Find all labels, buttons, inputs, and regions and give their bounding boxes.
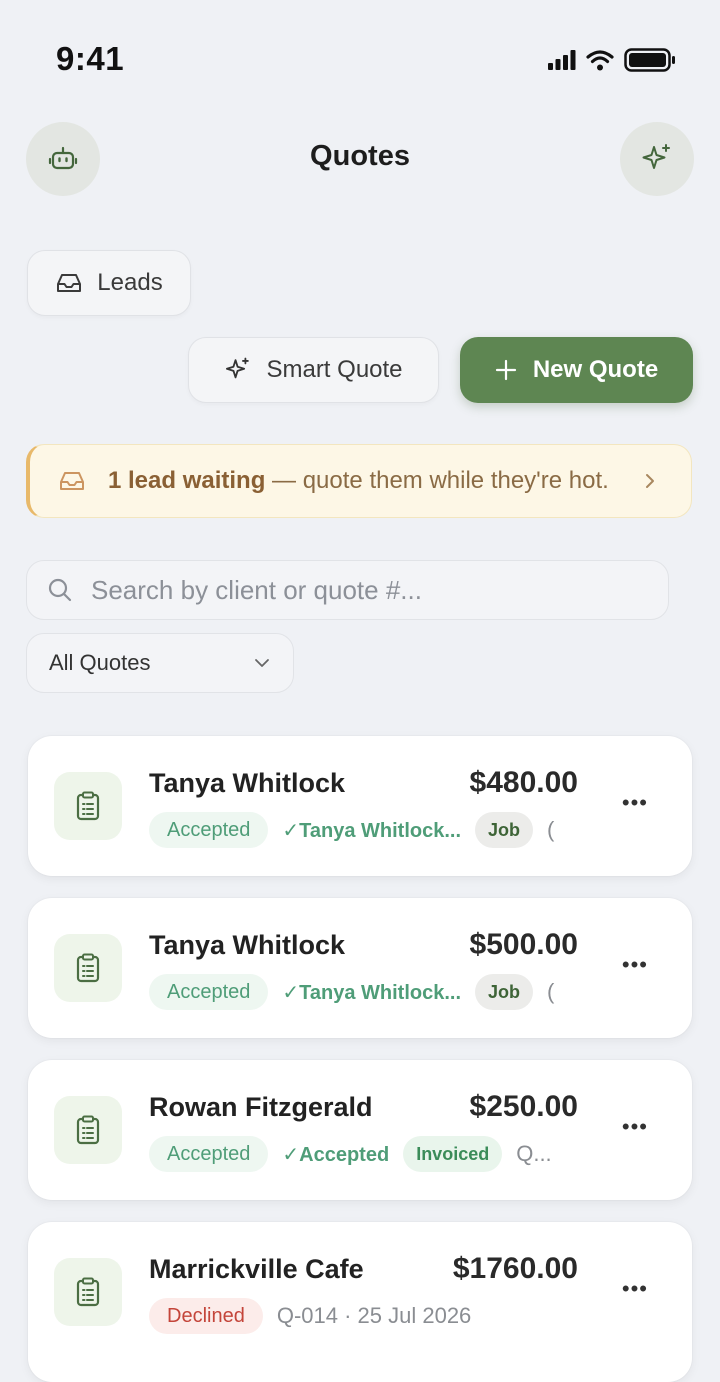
sparkle-icon <box>226 357 250 379</box>
new-quote-button[interactable]: New Quote <box>460 337 693 403</box>
quote-doc-icon-box <box>54 934 122 1002</box>
smart-quote-label: Smart Quote <box>266 356 403 383</box>
more-options-icon[interactable]: ••• <box>622 790 648 816</box>
new-quote-label: New Quote <box>532 356 659 383</box>
status-time: 9:41 <box>56 40 125 77</box>
quote-card[interactable]: Tanya Whitlock $500.00 Accepted ✓Tanya W… <box>28 898 692 1038</box>
inbox-icon <box>60 472 84 490</box>
clipboard-icon <box>76 791 100 821</box>
clipboard-icon <box>76 1277 100 1307</box>
quote-amount: $480.00 <box>469 766 578 799</box>
wifi-icon <box>586 50 614 71</box>
chevron-down-icon <box>255 659 269 667</box>
quote-meta: Accepted ✓Tanya Whitlock... Job ( <box>149 974 579 1010</box>
search-bar[interactable] <box>26 560 669 620</box>
chevron-right-icon <box>646 474 654 488</box>
quote-amount: $1760.00 <box>452 1252 578 1285</box>
signal-icon <box>548 50 576 70</box>
quote-amount: $250.00 <box>469 1090 578 1123</box>
quote-client-name: Tanya Whitlock <box>149 768 346 798</box>
quote-meta: Accepted ✓Tanya Whitlock... Job ( <box>149 812 579 848</box>
quote-doc-icon-box <box>54 772 122 840</box>
search-input[interactable] <box>89 573 633 607</box>
more-options-icon[interactable]: ••• <box>622 1276 648 1302</box>
quote-meta-trailing: ( <box>547 979 555 1004</box>
inbox-icon <box>57 274 82 292</box>
quote-card[interactable]: Marrickville Cafe $1760.00 Declined Q-01… <box>28 1222 692 1382</box>
accepted-by-text: ✓Tanya Whitlock... <box>282 819 462 842</box>
clipboard-icon <box>76 953 100 983</box>
quote-client-name: Rowan Fitzgerald <box>149 1092 373 1122</box>
ai-sparkle-button[interactable] <box>620 122 694 196</box>
quote-client-name: Tanya Whitlock <box>149 930 346 960</box>
banner-strong-text: 1 lead waiting <box>108 467 266 494</box>
filter-selected-label: All Quotes <box>49 650 151 675</box>
quote-card[interactable]: Rowan Fitzgerald $250.00 Accepted ✓Accep… <box>28 1060 692 1200</box>
invoiced-badge: Invoiced <box>403 1136 503 1172</box>
more-options-icon[interactable]: ••• <box>622 952 648 978</box>
search-icon <box>48 578 72 602</box>
job-badge: Job <box>475 812 534 848</box>
quote-filter-select[interactable]: All Quotes <box>26 633 294 693</box>
page-title: Quotes <box>310 140 410 172</box>
plus-icon <box>495 359 516 381</box>
job-badge: Job <box>475 974 534 1010</box>
quote-meta: Accepted ✓Accepted Invoiced Q... <box>149 1136 579 1172</box>
banner-text: — quote them while they're hot. <box>265 467 609 494</box>
quote-meta-trailing: ( <box>547 817 555 842</box>
sparkle-icon <box>642 144 670 169</box>
accepted-by-text: ✓Tanya Whitlock... <box>282 981 462 1004</box>
leads-label: Leads <box>97 269 163 296</box>
status-badge: Accepted <box>149 1136 269 1172</box>
status-badge: Declined <box>149 1298 263 1334</box>
quote-doc-icon-box <box>54 1258 122 1326</box>
quote-meta-trailing: Q... <box>516 1141 552 1166</box>
leads-waiting-banner[interactable]: 1 lead waiting — quote them while they'r… <box>26 444 692 518</box>
quote-meta: Declined Q-014 · 25 Jul 2026 <box>149 1298 579 1334</box>
quote-card[interactable]: Tanya Whitlock $480.00 Accepted ✓Tanya W… <box>28 736 692 876</box>
quote-client-name: Marrickville Cafe <box>149 1254 364 1284</box>
leads-button[interactable]: Leads <box>27 250 191 316</box>
more-options-icon[interactable]: ••• <box>622 1114 648 1140</box>
quote-number-date: Q-014 · 25 Jul 2026 <box>276 1303 472 1328</box>
status-icons <box>548 48 676 72</box>
status-badge: Accepted <box>149 812 269 848</box>
quote-amount: $500.00 <box>469 928 578 961</box>
battery-icon <box>624 48 675 72</box>
clipboard-icon <box>76 1115 100 1145</box>
accepted-text: ✓Accepted <box>282 1143 390 1166</box>
status-badge: Accepted <box>149 974 269 1010</box>
quote-doc-icon-box <box>54 1096 122 1164</box>
smart-quote-button[interactable]: Smart Quote <box>188 337 439 403</box>
